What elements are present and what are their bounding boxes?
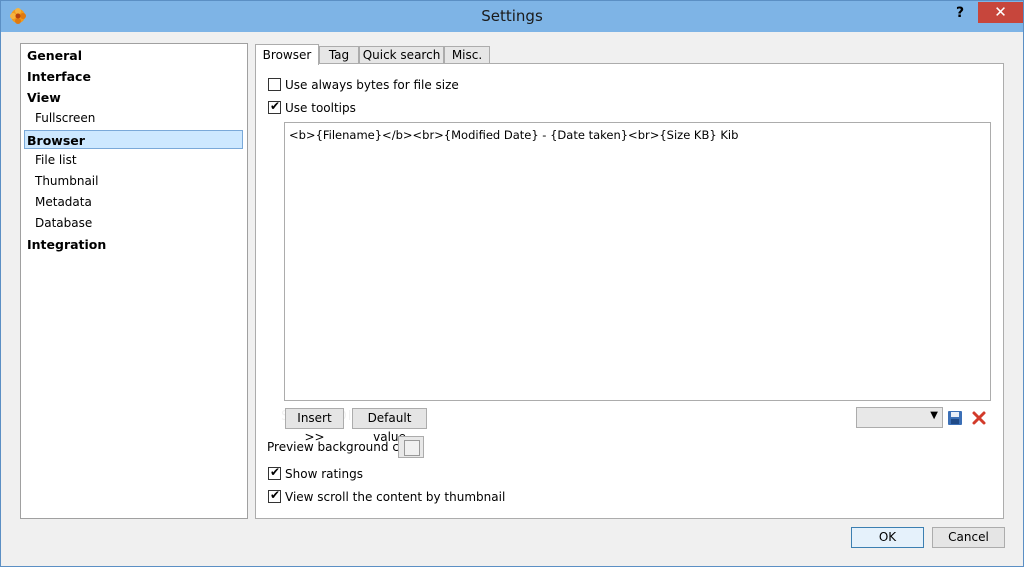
tooltip-template-text: <b>{Filename}</b><br>{Modified Date} - {… [289, 128, 739, 142]
save-icon[interactable] [947, 410, 963, 426]
nav-item-file-list[interactable]: File list [33, 151, 77, 170]
nav-item-view[interactable]: View [25, 88, 61, 107]
show-ratings-checkbox[interactable]: ✔ [268, 465, 281, 480]
nav-item-thumbnail[interactable]: Thumbnail [33, 172, 98, 191]
tab-quick-search[interactable]: Quick search [359, 46, 444, 64]
nav-item-integration[interactable]: Integration [25, 235, 106, 254]
insert-button[interactable]: Insert >> [285, 408, 344, 444]
nav-item-browser[interactable]: Browser [24, 130, 243, 149]
window-title: Settings [481, 7, 543, 25]
scroll-thumbnail-label[interactable]: View scroll the content by thumbnail [285, 490, 505, 504]
show-ratings-label[interactable]: Show ratings [285, 467, 363, 481]
nav-item-metadata[interactable]: Metadata [33, 193, 92, 212]
ok-button[interactable]: OK [851, 527, 924, 548]
tooltips-checkbox[interactable]: ✔ [268, 99, 281, 114]
tooltips-checkbox-label[interactable]: Use tooltips [285, 101, 356, 115]
cancel-button[interactable]: Cancel [932, 527, 1005, 548]
color-swatch [404, 440, 420, 456]
tab-tag[interactable]: Tag [319, 46, 359, 64]
preset-combobox[interactable]: ▼ [856, 407, 943, 428]
title-bar[interactable]: Settings ? ✕ [1, 1, 1023, 32]
nav-item-database[interactable]: Database [33, 214, 92, 233]
checkmark-icon: ✔ [270, 465, 281, 479]
delete-icon[interactable] [971, 410, 987, 426]
help-button[interactable]: ? [945, 3, 975, 23]
preview-bg-color-button[interactable] [398, 436, 424, 458]
bytes-checkbox-label[interactable]: Use always bytes for file size [285, 78, 459, 92]
close-button[interactable]: ✕ [978, 2, 1023, 23]
tab-browser[interactable]: Browser [255, 44, 319, 65]
default-value-button[interactable]: Default value [352, 408, 427, 444]
tab-misc[interactable]: Misc. [444, 46, 490, 64]
nav-item-fullscreen[interactable]: Fullscreen [33, 109, 95, 128]
settings-window: Settings ? ✕ General Interface View Full… [0, 0, 1024, 567]
checkmark-icon: ✔ [270, 488, 281, 502]
chevron-down-icon: ▼ [930, 410, 938, 421]
checkmark-icon: ✔ [270, 99, 281, 113]
settings-nav-tree: General Interface View Fullscreen Browse… [20, 43, 248, 519]
nav-item-interface[interactable]: Interface [25, 67, 91, 86]
bytes-checkbox[interactable] [268, 78, 281, 91]
scroll-thumbnail-checkbox[interactable]: ✔ [268, 488, 281, 503]
tooltip-template-editor[interactable]: <b>{Filename}</b><br>{Modified Date} - {… [284, 122, 991, 401]
nav-item-general[interactable]: General [25, 46, 82, 65]
